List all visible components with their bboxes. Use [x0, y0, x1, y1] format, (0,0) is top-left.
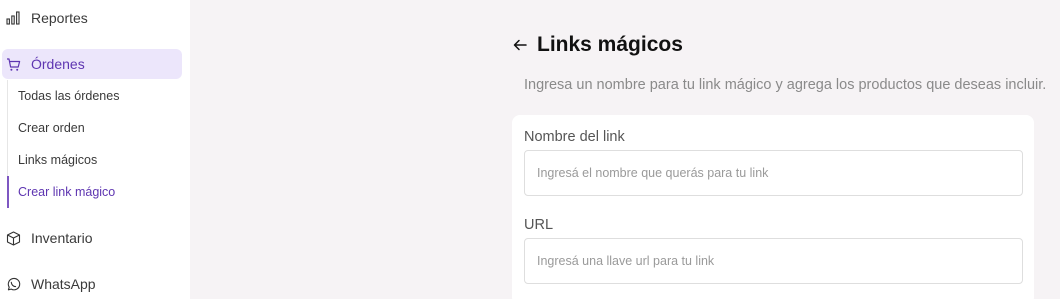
- submenu-item-label: Crear orden: [18, 121, 85, 135]
- back-button[interactable]: [512, 36, 528, 54]
- link-name-input[interactable]: [524, 150, 1023, 196]
- sidebar-item-label: WhatsApp: [31, 276, 96, 292]
- orders-submenu: Todas las órdenes Crear orden Links mági…: [7, 80, 190, 208]
- submenu-item-label: Crear link mágico: [18, 185, 116, 199]
- link-name-label: Nombre del link: [524, 129, 625, 145]
- whatsapp-icon: [5, 276, 21, 292]
- sidebar-item-label: Reportes: [31, 10, 88, 26]
- arrow-left-icon: [513, 39, 527, 51]
- sidebar-item-whatsapp[interactable]: WhatsApp: [0, 269, 190, 299]
- page-title: Links mágicos: [537, 33, 683, 56]
- cart-icon: [5, 56, 21, 72]
- submenu-item-label: Links mágicos: [18, 153, 98, 167]
- bar-chart-icon: [5, 10, 21, 26]
- sidebar: Reportes Órdenes Todas las órdenes Crear…: [0, 0, 190, 299]
- url-input[interactable]: [524, 238, 1023, 284]
- submenu-item-crear-orden[interactable]: Crear orden: [8, 112, 184, 144]
- box-icon: [5, 230, 21, 246]
- submenu-item-label: Todas las órdenes: [18, 89, 120, 103]
- submenu-item-crear-link-magico[interactable]: Crear link mágico: [7, 176, 183, 208]
- submenu-item-todas-ordenes[interactable]: Todas las órdenes: [8, 80, 184, 112]
- url-label: URL: [524, 217, 554, 233]
- submenu-item-links-magicos[interactable]: Links mágicos: [8, 144, 184, 176]
- sidebar-item-ordenes[interactable]: Órdenes: [2, 49, 182, 79]
- sidebar-item-inventario[interactable]: Inventario: [0, 223, 190, 253]
- sidebar-item-label: Inventario: [31, 230, 93, 246]
- sidebar-item-reportes[interactable]: Reportes: [0, 3, 190, 33]
- page-description: Ingresa un nombre para tu link mágico y …: [524, 77, 1047, 93]
- sidebar-item-label: Órdenes: [31, 56, 85, 72]
